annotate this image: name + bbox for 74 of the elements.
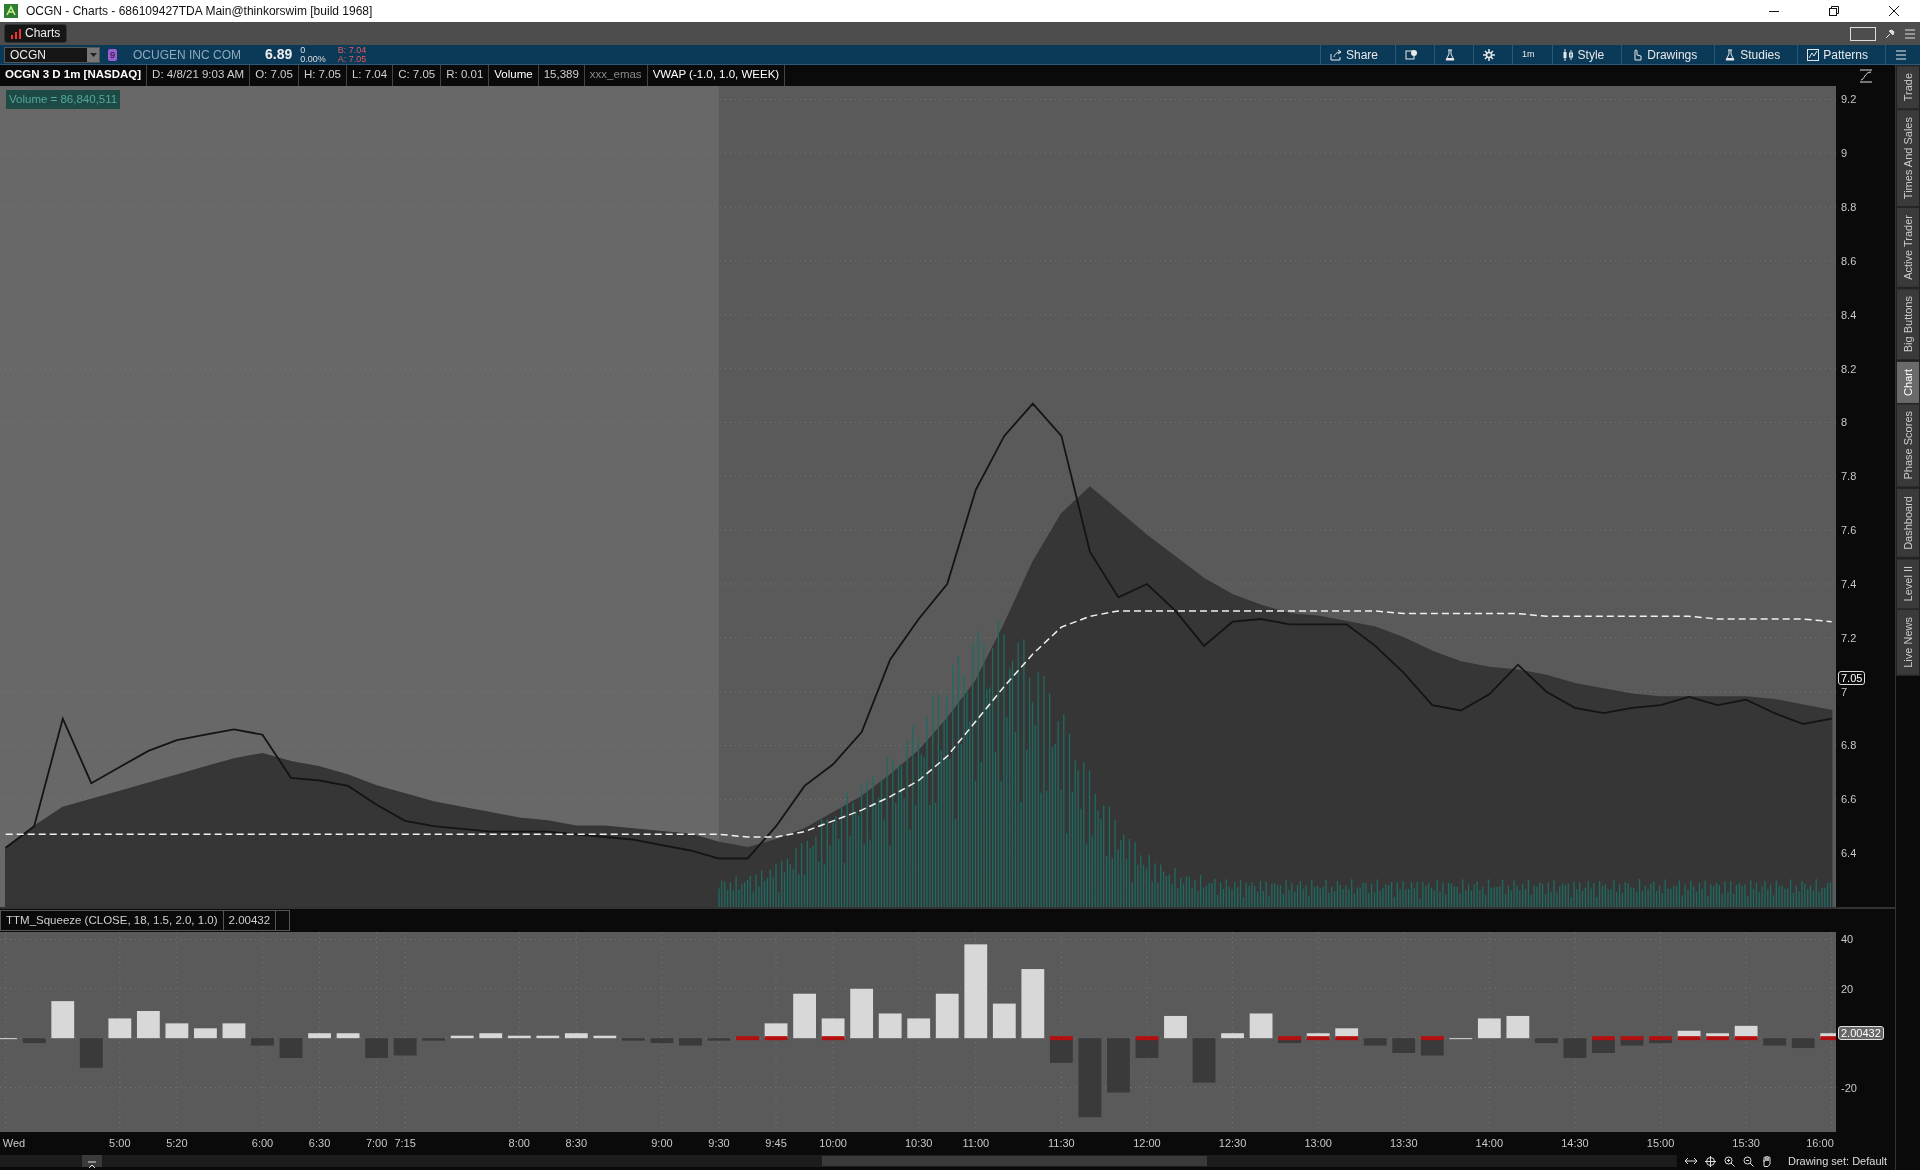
price-axis-label: 9.2: [1841, 93, 1857, 106]
time-axis-label: 10:00: [819, 1136, 847, 1151]
time-axis-label: 7:00: [365, 1136, 388, 1151]
symbol-field[interactable]: OCGN: [4, 46, 100, 63]
time-axis-label: 10:30: [904, 1136, 933, 1151]
side-tab[interactable]: Chart: [1896, 360, 1920, 404]
time-axis-label: Wed: [2, 1136, 26, 1151]
time-axis-label: 8:30: [565, 1136, 588, 1151]
side-tab[interactable]: Trade: [1896, 65, 1920, 110]
study-name: TTM_Squeeze (CLOSE, 18, 1.5, 2.0, 1.0): [0, 910, 224, 931]
time-axis-label: 15:00: [1646, 1136, 1675, 1151]
time-axis-label: 9:45: [765, 1136, 787, 1151]
price-axis-label: 7.2: [1841, 631, 1857, 644]
price-axis-label: 7: [1841, 685, 1848, 698]
time-axis-label: 6:00: [251, 1136, 274, 1151]
price-axis-label: 8.2: [1841, 362, 1857, 375]
time-axis-label: 12:00: [1133, 1136, 1161, 1151]
price-axis-label: 8.8: [1841, 201, 1857, 214]
time-axis-label: 7:15: [394, 1136, 416, 1151]
squeeze-axis-label: 40: [1841, 933, 1854, 946]
company-name: OCUGEN INC COM: [133, 46, 241, 64]
price-axis-label: 7.6: [1841, 524, 1857, 537]
side-tab[interactable]: Big Buttons: [1896, 288, 1920, 361]
time-axis-label: 14:30: [1561, 1136, 1589, 1151]
window-title: OCGN - Charts - 686109427TDA Main@thinkorswim [build 1968]: [26, 3, 373, 20]
time-axis-label: 11:00: [962, 1136, 990, 1151]
share-button[interactable]: Share: [1320, 45, 1388, 64]
time-axis-label: 15:30: [1732, 1136, 1760, 1151]
price-axis-label: 6.6: [1841, 793, 1857, 806]
last-price-marker: 7.05: [1838, 671, 1866, 686]
side-tab[interactable]: Level II: [1896, 557, 1920, 610]
timeframe-button[interactable]: 1m: [1512, 45, 1544, 64]
time-axis-label: 13:30: [1389, 1136, 1418, 1151]
time-axis-label: 9:30: [708, 1136, 730, 1151]
time-axis-label: 8:00: [508, 1136, 530, 1151]
squeeze-axis-label: 20: [1841, 982, 1854, 995]
time-axis-label: 9:00: [651, 1136, 673, 1151]
squeeze-axis-label: -20: [1841, 1081, 1857, 1094]
time-axis-label: 16:00: [1806, 1136, 1834, 1151]
value-marker: 2.00432: [1838, 1026, 1884, 1041]
last-price: 6.89: [265, 45, 293, 64]
side-tab[interactable]: Live News: [1896, 609, 1920, 676]
net-change: 0: [300, 45, 307, 55]
time-axis-label: 12:30: [1218, 1136, 1247, 1151]
price-axis-label: 8.4: [1841, 308, 1857, 321]
time-axis-label: 14:00: [1475, 1136, 1504, 1151]
patterns-button[interactable]: Patterns: [1797, 45, 1877, 64]
studies-button[interactable]: Studies: [1714, 45, 1790, 64]
drawing-set-label: Drawing set: Default: [1787, 1153, 1887, 1169]
price-axis-label: 6.8: [1841, 739, 1857, 752]
price-axis-label: 9: [1841, 147, 1848, 160]
time-axis-label: 6:30: [308, 1136, 331, 1151]
time-axis-label: 5:20: [166, 1136, 188, 1151]
side-tab[interactable]: Phase Scores: [1896, 403, 1920, 488]
price-axis-label: 8: [1841, 416, 1848, 429]
price-axis-label: 7.4: [1841, 577, 1857, 590]
time-axis-label: 13:00: [1304, 1136, 1332, 1151]
link-badge[interactable]: 9: [108, 48, 117, 61]
side-tab[interactable]: Times And Sales: [1896, 109, 1920, 208]
drawings-button[interactable]: Drawings: [1621, 45, 1707, 64]
study-value: 2.00432: [223, 910, 277, 931]
time-axis-label: 11:30: [1048, 1136, 1075, 1151]
charts-tab[interactable]: Charts: [4, 24, 68, 43]
ask-price: A: 7.05: [337, 54, 367, 64]
side-tab[interactable]: Dashboard: [1896, 487, 1920, 558]
side-tab[interactable]: Active Trader: [1896, 207, 1920, 289]
price-axis-label: 8.6: [1841, 254, 1857, 267]
style-button[interactable]: Style: [1551, 45, 1614, 64]
bid-price: B: 7.04: [337, 45, 367, 55]
percent-change: 0.00%: [300, 54, 326, 64]
volume-label: Volume = 86,840,511: [6, 90, 121, 110]
price-axis-label: 7.8: [1841, 470, 1857, 483]
time-axis-label: 5:00: [109, 1136, 131, 1151]
price-axis-label: 6.4: [1841, 847, 1857, 860]
